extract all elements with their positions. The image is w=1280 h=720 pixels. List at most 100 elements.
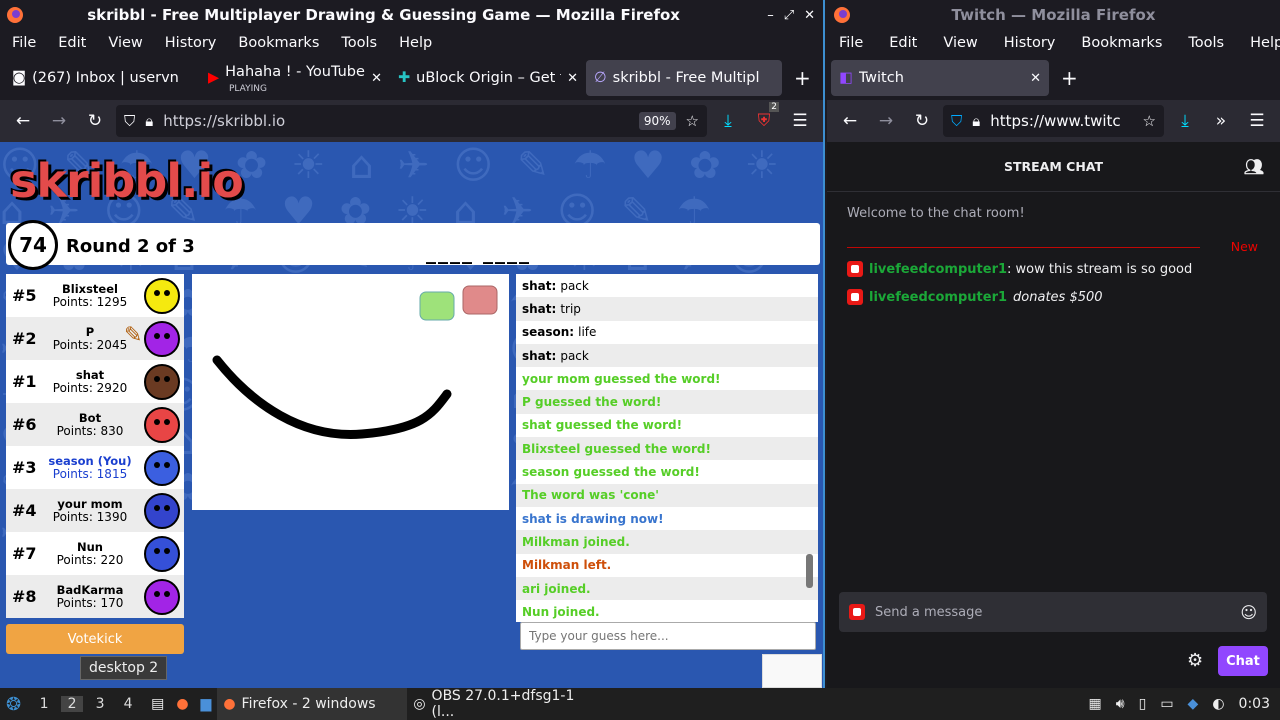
- player-row[interactable]: #8 BadKarma Points: 170: [6, 575, 184, 618]
- send-message-placeholder: Send a message: [875, 604, 983, 620]
- new-tab-icon[interactable]: +: [1049, 66, 1090, 90]
- download-icon[interactable]: ⤓: [1170, 106, 1200, 136]
- firefox-window-twitch: Twitch — Mozilla Firefox File Edit View …: [827, 0, 1280, 688]
- forward-icon[interactable]: →: [44, 106, 74, 136]
- desktop-1[interactable]: 1: [33, 696, 55, 712]
- desktop-2[interactable]: 2: [61, 696, 84, 712]
- chat-text: your mom guessed the word!: [522, 371, 721, 386]
- close-tab-icon[interactable]: ✕: [371, 71, 382, 86]
- title-bar[interactable]: Twitch — Mozilla Firefox: [827, 0, 1280, 30]
- menu-history[interactable]: History: [165, 35, 217, 51]
- menu-help[interactable]: Help: [399, 35, 432, 51]
- files-icon[interactable]: ▤: [145, 688, 170, 720]
- back-icon[interactable]: ←: [8, 106, 38, 136]
- chat-message: The word was 'cone': [516, 483, 818, 507]
- desktop-4[interactable]: 4: [117, 696, 139, 712]
- player-row[interactable]: #6 Bot Points: 830: [6, 403, 184, 446]
- bookmark-star-icon[interactable]: ☆: [1143, 112, 1156, 130]
- overflow-icon[interactable]: »: [1206, 106, 1236, 136]
- chat-text: The word was 'cone': [522, 488, 659, 503]
- tray-app-icon[interactable]: ▦: [1089, 696, 1102, 712]
- send-message-input[interactable]: Send a message ☺: [839, 592, 1267, 632]
- thumbs-up-icon[interactable]: [419, 291, 455, 321]
- avatar: [144, 578, 180, 615]
- close-icon[interactable]: ✕: [804, 8, 815, 23]
- chat-username[interactable]: livefeedcomputer1: [869, 290, 1007, 305]
- firefox-task-button[interactable]: ● Firefox - 2 windows: [217, 688, 408, 720]
- menu-bookmarks[interactable]: Bookmarks: [1081, 35, 1162, 51]
- title-bar[interactable]: skribbl - Free Multiplayer Drawing & Gue…: [0, 0, 823, 30]
- menu-help[interactable]: Help: [1250, 35, 1280, 51]
- chat-username[interactable]: livefeedcomputer1: [869, 262, 1007, 277]
- folder-icon[interactable]: ▆: [195, 688, 218, 720]
- reload-icon[interactable]: ↻: [907, 106, 937, 136]
- drawing-canvas[interactable]: [192, 274, 509, 510]
- emote-picker-icon[interactable]: ☺: [1240, 603, 1257, 622]
- chat-scrollbar[interactable]: [806, 554, 813, 588]
- skribbl-logo[interactable]: skribbl.io: [10, 154, 244, 208]
- menu-file[interactable]: File: [12, 35, 36, 51]
- chat-message: Milkman left.: [516, 554, 818, 577]
- game-chat[interactable]: shat: pack shat: trip season: life shat: pack yo…: [516, 274, 818, 622]
- download-icon[interactable]: ⤓: [713, 106, 743, 136]
- users-icon[interactable]: 👥︎: [1244, 157, 1264, 176]
- hamburger-menu-icon[interactable]: ☰: [785, 106, 815, 136]
- player-row[interactable]: #7 Nun Points: 220: [6, 532, 184, 575]
- tab-youtube[interactable]: ▶ Hahaha ! - YouTube PLAYING ✕: [200, 60, 390, 96]
- tab-inbox[interactable]: ◙ (267) Inbox | uservn: [4, 60, 200, 96]
- player-row[interactable]: #1 shat Points: 2920: [6, 360, 184, 403]
- guess-input[interactable]: [520, 622, 816, 650]
- chat-user: shat:: [522, 278, 557, 293]
- desktop-3[interactable]: 3: [89, 696, 111, 712]
- menu-view[interactable]: View: [108, 35, 142, 51]
- chat-text: Nun joined.: [522, 604, 600, 619]
- player-row[interactable]: #2 P Points: 2045 ✎: [6, 317, 184, 360]
- tab-ublock[interactable]: ✚ uBlock Origin – Get t ✕: [390, 60, 586, 96]
- url-bar[interactable]: ⛉ 🔒︎ https://skribbl.io 90% ☆: [116, 105, 707, 137]
- window-title: skribbl - Free Multiplayer Drawing & Gue…: [87, 6, 680, 24]
- gear-icon[interactable]: ⚙: [1187, 650, 1203, 671]
- minimize-icon[interactable]: –: [767, 8, 774, 23]
- menu-tools[interactable]: Tools: [341, 35, 377, 51]
- chat-text: season guessed the word!: [522, 465, 700, 480]
- votekick-button[interactable]: Votekick: [6, 624, 184, 654]
- close-tab-icon[interactable]: ✕: [1030, 71, 1041, 86]
- firefox-launcher-icon[interactable]: ●: [170, 688, 194, 720]
- tab-skribbl[interactable]: ∅ skribbl - Free Multipl: [586, 60, 782, 96]
- reload-icon[interactable]: ↻: [80, 106, 110, 136]
- close-tab-icon[interactable]: ✕: [567, 71, 578, 86]
- recaptcha-badge[interactable]: [762, 654, 822, 688]
- obs-task-button[interactable]: ◎ OBS 27.0.1+dfsg1-1 (l...: [407, 688, 607, 720]
- ublock-icon[interactable]: ⛨ 2: [749, 102, 779, 136]
- clipboard-icon[interactable]: ▯: [1139, 696, 1147, 712]
- thumbs-down-icon[interactable]: [462, 285, 498, 315]
- menu-edit[interactable]: Edit: [889, 35, 917, 51]
- menu-tools[interactable]: Tools: [1188, 35, 1224, 51]
- hamburger-menu-icon[interactable]: ☰: [1242, 106, 1272, 136]
- bookmark-star-icon[interactable]: ☆: [686, 112, 699, 130]
- menu-file[interactable]: File: [839, 35, 863, 51]
- url-bar[interactable]: ⛉ 🔒︎ https://www.twitc ☆: [943, 105, 1164, 137]
- player-list: #5 Blixsteel Points: 1295 #2 P Points: 2045 ✎…: [6, 274, 184, 618]
- back-icon[interactable]: ←: [835, 106, 865, 136]
- chat-send-button[interactable]: Chat: [1218, 646, 1268, 676]
- firefox-icon: [6, 6, 24, 28]
- tab-twitch[interactable]: ◧ Twitch ✕: [831, 60, 1049, 96]
- volume-icon[interactable]: 🔊︎: [1116, 696, 1125, 712]
- menu-bookmarks[interactable]: Bookmarks: [238, 35, 319, 51]
- player-row[interactable]: #3 season (You) Points: 1815: [6, 446, 184, 489]
- player-row[interactable]: #4 your mom Points: 1390: [6, 489, 184, 532]
- update-icon[interactable]: ◆: [1188, 696, 1199, 712]
- chat-message: livefeedcomputer1: wow this stream is so…: [827, 255, 1280, 283]
- new-tab-icon[interactable]: +: [782, 66, 823, 90]
- player-row[interactable]: #5 Blixsteel Points: 1295: [6, 274, 184, 317]
- menu-view[interactable]: View: [943, 35, 977, 51]
- zoom-level[interactable]: 90%: [638, 112, 676, 130]
- start-menu-icon[interactable]: ❂: [0, 688, 27, 720]
- menu-history[interactable]: History: [1004, 35, 1056, 51]
- network-icon[interactable]: ◐: [1212, 696, 1224, 712]
- display-icon[interactable]: ▭: [1160, 696, 1173, 712]
- forward-icon[interactable]: →: [871, 106, 901, 136]
- menu-edit[interactable]: Edit: [58, 35, 86, 51]
- restore-icon[interactable]: ⤢: [784, 8, 794, 23]
